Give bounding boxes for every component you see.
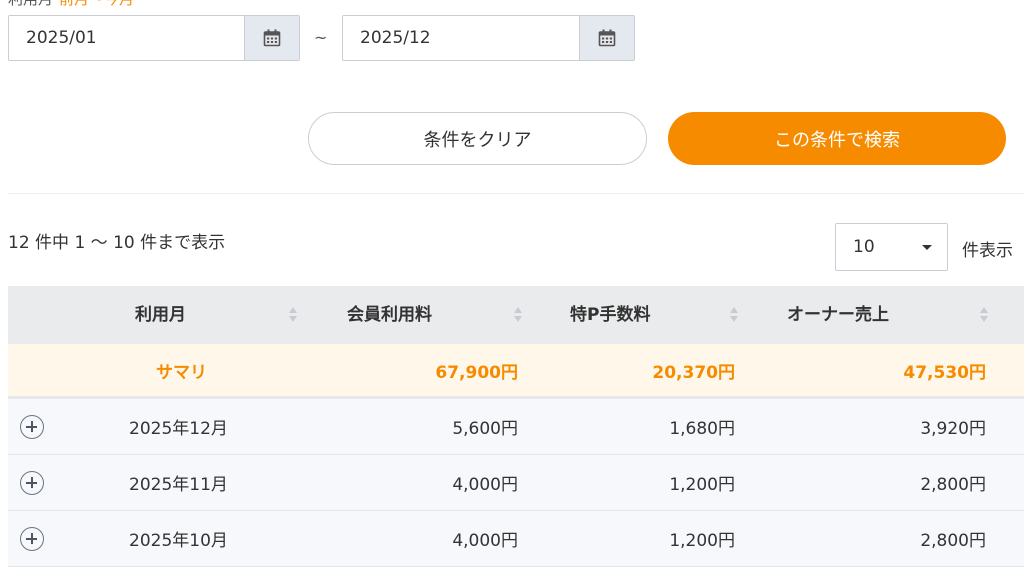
column-header-month[interactable]: 利用月 [135, 286, 186, 344]
calendar-icon-graphic [598, 29, 616, 47]
row-commission: 1,680円 [669, 419, 735, 439]
expand-plus-icon[interactable] [20, 414, 44, 439]
per-page-label: 件表示 [962, 241, 1013, 261]
sort-icon[interactable] [514, 307, 522, 323]
expand-plus-icon[interactable] [20, 526, 44, 551]
date-from-input[interactable]: 2025/01 [9, 16, 244, 60]
page: 利用月前月〜今月 2025/01 ~ 2025/12 [0, 0, 1024, 568]
calendar-icon[interactable] [579, 16, 634, 60]
calendar-icon[interactable] [244, 16, 299, 60]
summary-label: サマリ [156, 362, 207, 383]
row-member-fee: 4,000円 [452, 475, 518, 495]
divider [8, 193, 1024, 194]
search-button[interactable]: この条件で検索 [668, 112, 1006, 165]
column-header-commission[interactable]: 特P手数料 [570, 286, 650, 344]
date-to-input[interactable]: 2025/12 [343, 16, 579, 60]
usage-table: 利用月 会員利用料 特P手数料 オーナー売上 サマリ 67,900円 20,37… [8, 286, 1024, 567]
table-row: 2025年11月 4,000円 1,200円 2,800円 [8, 455, 1024, 511]
row-owner-sales: 2,800円 [920, 475, 986, 495]
row-month: 2025年11月 [129, 475, 228, 495]
expand-plus-icon[interactable] [20, 470, 44, 495]
sort-icon[interactable] [730, 307, 738, 323]
range-separator: ~ [314, 28, 328, 47]
date-from-field[interactable]: 2025/01 [8, 15, 300, 61]
result-count: 12 件中 1 〜 10 件まで表示 [8, 233, 226, 253]
table-header: 利用月 会員利用料 特P手数料 オーナー売上 [8, 286, 1024, 344]
sort-icon[interactable] [289, 307, 297, 323]
per-page-value: 10 [853, 237, 875, 257]
clear-conditions-button[interactable]: 条件をクリア [308, 112, 647, 165]
row-owner-sales: 2,800円 [920, 531, 986, 551]
table-row: 2025年10月 4,000円 1,200円 2,800円 [8, 511, 1024, 567]
column-header-member-fee[interactable]: 会員利用料 [347, 286, 432, 344]
filter-label-accent: 前月〜今月 [59, 0, 134, 8]
row-commission: 1,200円 [669, 531, 735, 551]
date-to-field[interactable]: 2025/12 [342, 15, 635, 61]
calendar-icon-graphic [263, 29, 281, 47]
sort-icon[interactable] [980, 307, 988, 323]
summary-member-fee: 67,900円 [435, 362, 518, 383]
row-member-fee: 4,000円 [452, 531, 518, 551]
filter-label-text: 利用月 [8, 0, 53, 8]
filter-label: 利用月前月〜今月 [8, 0, 134, 9]
row-commission: 1,200円 [669, 475, 735, 495]
summary-row: サマリ 67,900円 20,370円 47,530円 [8, 344, 1024, 399]
table-row: 2025年12月 5,600円 1,680円 3,920円 [8, 399, 1024, 455]
summary-owner-sales: 47,530円 [903, 362, 986, 383]
caret-down-icon [922, 245, 932, 250]
row-owner-sales: 3,920円 [920, 419, 986, 439]
row-month: 2025年10月 [129, 531, 228, 551]
column-header-owner-sales[interactable]: オーナー売上 [787, 286, 889, 344]
row-member-fee: 5,600円 [452, 419, 518, 439]
per-page-select[interactable]: 10 [835, 223, 948, 271]
row-month: 2025年12月 [129, 419, 228, 439]
summary-commission: 20,370円 [652, 362, 735, 383]
